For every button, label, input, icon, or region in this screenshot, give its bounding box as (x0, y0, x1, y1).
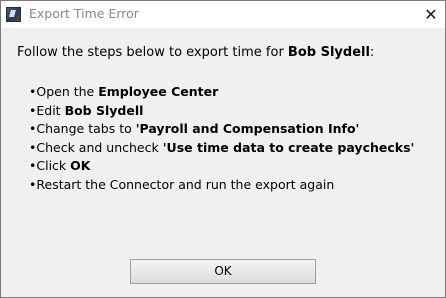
ok-button[interactable]: OK (130, 259, 316, 284)
step-item: •Open the Employee Center (29, 83, 414, 102)
step-text: Change tabs to (36, 121, 136, 136)
error-dialog: Export Time Error ✕ Follow the steps bel… (0, 0, 446, 298)
close-icon[interactable]: ✕ (417, 1, 445, 28)
step-item: •Edit Bob Slydell (29, 102, 414, 121)
step-item: •Click OK (29, 157, 414, 176)
intro-message: Follow the steps below to export time fo… (17, 45, 374, 61)
intro-prefix: Follow the steps below to export time fo… (17, 45, 288, 60)
step-text: Edit (36, 102, 65, 118)
step-text: Click (36, 158, 71, 173)
step-item: •Check and uncheck 'Use time data to cre… (29, 139, 414, 158)
step-emphasis: Bob Slydell (64, 102, 144, 118)
employee-name: Bob Slydell (287, 45, 370, 60)
dialog-body: Follow the steps below to export time fo… (1, 28, 445, 297)
window-title: Export Time Error (29, 6, 139, 21)
step-text: Open the (36, 84, 99, 99)
app-icon (6, 7, 21, 22)
step-text: Restart the Connector and run the export… (36, 176, 335, 192)
step-emphasis: 'Payroll and Compensation Info' (135, 121, 360, 136)
steps-list: •Open the Employee Center •Edit Bob Slyd… (29, 83, 414, 194)
step-emphasis: 'Use time data to create paychecks' (162, 139, 415, 155)
intro-suffix: : (369, 45, 375, 60)
title-bar: Export Time Error ✕ (1, 1, 445, 28)
step-text: Check and uncheck (36, 139, 163, 155)
step-emphasis: Employee Center (98, 84, 219, 99)
step-item: •Change tabs to 'Payroll and Compensatio… (29, 120, 414, 139)
step-emphasis: OK (70, 158, 91, 173)
step-item: •Restart the Connector and run the expor… (29, 176, 414, 195)
